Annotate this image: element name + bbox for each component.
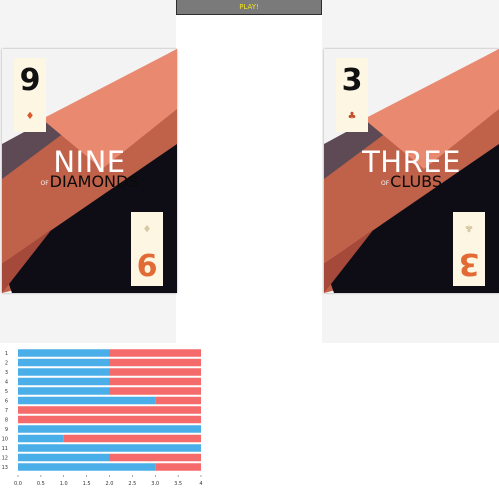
bar-segment-10-s0 <box>18 434 64 443</box>
card-subtitle: OFCLUBS <box>324 173 499 193</box>
y-tick-label: 2 <box>5 361 8 367</box>
bar-segment-4-s1 <box>109 377 201 386</box>
y-tick-label: 4 <box>5 380 8 386</box>
y-tick-label: 1 <box>5 351 8 357</box>
card-corner-top: 3 ♣ <box>336 58 368 132</box>
x-tick-label: 2.5 <box>128 481 136 487</box>
card-rank-flipped: 3 <box>458 246 480 281</box>
card-corner-bottom: 3 ♣ <box>453 212 485 286</box>
y-tick-label: 5 <box>5 389 8 395</box>
card-rank: 9 <box>19 63 41 98</box>
bar-segment-5-s1 <box>109 387 201 395</box>
card-corner-top: 9 ♦ <box>14 58 46 132</box>
bar-segment-1-s1 <box>109 349 201 357</box>
card-suit-name: DIAMONDS <box>49 172 139 191</box>
y-tick-label: 11 <box>2 446 8 452</box>
bar-segment-2-s1 <box>109 358 201 367</box>
bar-segment-9-s0 <box>18 425 201 433</box>
bar-segment-6-s1 <box>155 396 201 405</box>
card-subtitle: OFDIAMONDS <box>2 173 177 193</box>
bar-segment-11-s0 <box>18 444 201 452</box>
card-of-label: OF <box>380 180 390 187</box>
y-tick-label: 12 <box>2 456 8 462</box>
x-tick-label: 0.5 <box>37 481 45 487</box>
y-tick-label: 3 <box>5 370 8 376</box>
x-tick-label: 4 <box>199 481 202 487</box>
play-button[interactable]: PLAY! <box>176 0 322 15</box>
bar-segment-1-s0 <box>18 349 110 357</box>
bar-segment-12-s1 <box>109 453 201 462</box>
bar-segment-12-s0 <box>18 453 110 462</box>
x-tick-label: 1.0 <box>60 481 68 487</box>
card-rank: 3 <box>341 63 363 98</box>
bar-segment-5-s0 <box>18 387 110 395</box>
bar-segment-4-s0 <box>18 377 110 386</box>
x-tick-label: 0.0 <box>14 481 22 487</box>
y-tick-label: 8 <box>5 418 8 424</box>
y-tick-label: 9 <box>5 427 8 433</box>
y-tick-label: 7 <box>5 408 8 414</box>
club-icon: ♣ <box>464 222 474 233</box>
y-tick-label: 10 <box>2 437 8 443</box>
y-tick-label: 13 <box>2 465 8 471</box>
playing-card-2[interactable]: 3 ♣ THREE OFCLUBS 3 ♣ <box>324 49 499 293</box>
bar-segment-2-s0 <box>18 358 110 367</box>
card-corner-bottom: 9 ♦ <box>131 212 163 286</box>
stacked-bar-chart: 123456789101112130.0 0.5 1.0 1.5 2.0 2.5 3.0 3.… <box>2 349 203 487</box>
bar-segment-3-s0 <box>18 368 110 376</box>
x-tick-label: 3.5 <box>174 481 182 487</box>
bar-segment-3-s1 <box>109 368 201 376</box>
bar-segment-7-s1 <box>18 406 201 414</box>
card-of-label: OF <box>40 180 49 187</box>
bar-segment-6-s0 <box>18 396 156 405</box>
card-rank-flipped: 9 <box>136 246 158 281</box>
bar-segment-10-s1 <box>63 434 201 443</box>
bar-segment-8-s1 <box>18 415 201 424</box>
x-tick-label: 2.0 <box>106 481 114 487</box>
card-suit-name: CLUBS <box>390 172 443 191</box>
y-tick-label: 6 <box>5 399 8 405</box>
club-icon: ♣ <box>347 111 357 122</box>
diamond-icon: ♦ <box>25 111 35 122</box>
bar-segment-13-s1 <box>155 463 201 471</box>
bar-segment-13-s0 <box>18 463 156 471</box>
x-tick-label: 1.5 <box>83 481 91 487</box>
diamond-icon: ♦ <box>142 222 152 233</box>
x-tick-label: 3.0 <box>151 481 159 487</box>
playing-card-1[interactable]: 9 ♦ NINE OFDIAMONDS 9 ♦ <box>2 49 177 293</box>
